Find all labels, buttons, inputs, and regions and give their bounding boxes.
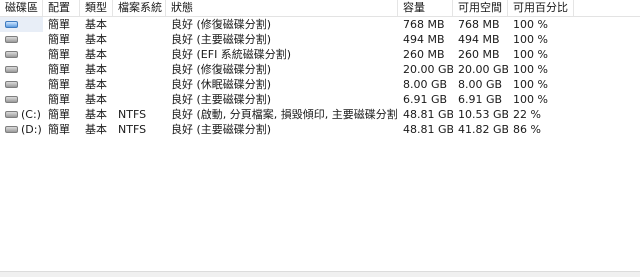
disk-icon (5, 111, 18, 118)
filesystem-cell (113, 47, 166, 62)
type-cell: 基本 (85, 63, 107, 76)
disk-icon (5, 126, 18, 133)
free-space-cell: 6.91 GB (458, 93, 503, 106)
percent-free-cell: 100 % (513, 48, 548, 61)
volume-list[interactable]: 磁碟區 配置 類型 檔案系統 狀態 容量 可用空間 可用百分比 簡單 基本 良好 (… (0, 0, 640, 137)
volume-cell (0, 17, 43, 32)
column-header-row: 磁碟區 配置 類型 檔案系統 狀態 容量 可用空間 可用百分比 (0, 0, 640, 17)
volume-cell: (D:) (0, 122, 43, 137)
capacity-cell: 494 MB (403, 33, 445, 46)
filesystem-cell: NTFS (118, 123, 147, 136)
type-cell: 基本 (85, 48, 107, 61)
volume-cell (0, 77, 43, 92)
volume-cell (0, 92, 43, 107)
layout-cell: 簡單 (48, 123, 70, 136)
disk-icon (5, 66, 18, 73)
free-space-cell: 768 MB (458, 18, 500, 31)
percent-free-cell: 100 % (513, 18, 548, 31)
filesystem-cell (113, 17, 166, 32)
capacity-cell: 6.91 GB (403, 93, 448, 106)
capacity-cell: 20.00 GB (403, 63, 453, 76)
type-cell: 基本 (85, 93, 107, 106)
free-space-cell: 260 MB (458, 48, 500, 61)
status-cell: 良好 (修復磁碟分割) (171, 18, 272, 31)
layout-cell: 簡單 (48, 63, 70, 76)
capacity-cell: 48.81 GB (403, 108, 453, 121)
filesystem-cell: NTFS (118, 108, 147, 121)
percent-free-cell: 100 % (513, 93, 548, 106)
column-header-capacity[interactable]: 容量 (398, 0, 453, 16)
status-cell: 良好 (主要磁碟分割) (171, 33, 272, 46)
column-header-type[interactable]: 類型 (80, 0, 113, 16)
system-disk-icon (5, 21, 18, 28)
table-row[interactable]: 簡單 基本 良好 (休眠磁碟分割) 8.00 GB 8.00 GB 100 % (0, 77, 640, 92)
volume-cell (0, 32, 43, 47)
capacity-cell: 48.81 GB (403, 123, 453, 136)
layout-cell: 簡單 (48, 93, 70, 106)
filesystem-cell (113, 62, 166, 77)
volume-label: (D:) (21, 123, 42, 136)
status-cell: 良好 (EFI 系統磁碟分割) (171, 48, 292, 61)
filesystem-cell (113, 77, 166, 92)
status-cell: 良好 (休眠磁碟分割) (171, 78, 272, 91)
filesystem-cell (113, 92, 166, 107)
column-header-free-space[interactable]: 可用空間 (453, 0, 508, 16)
type-cell: 基本 (85, 33, 107, 46)
type-cell: 基本 (85, 123, 107, 136)
table-row[interactable]: 簡單 基本 良好 (修復磁碟分割) 768 MB 768 MB 100 % (0, 17, 640, 32)
layout-cell: 簡單 (48, 78, 70, 91)
table-row[interactable]: (C:) 簡單 基本 NTFS 良好 (啟動, 分頁檔案, 損毀傾印, 主要磁碟分割) 4… (0, 107, 640, 122)
disk-icon (5, 96, 18, 103)
free-space-cell: 20.00 GB (458, 63, 508, 76)
status-cell: 良好 (修復磁碟分割) (171, 63, 272, 76)
table-row[interactable]: (D:) 簡單 基本 NTFS 良好 (主要磁碟分割) 48.81 GB 41.82 GB 8… (0, 122, 640, 137)
column-header-layout[interactable]: 配置 (43, 0, 80, 16)
volume-cell (0, 47, 43, 62)
table-row[interactable]: 簡單 基本 良好 (主要磁碟分割) 6.91 GB 6.91 GB 100 % (0, 92, 640, 107)
table-row[interactable]: 簡單 基本 良好 (修復磁碟分割) 20.00 GB 20.00 GB 100 % (0, 62, 640, 77)
disk-icon (5, 81, 18, 88)
disk-icon (5, 51, 18, 58)
volume-cell: (C:) (0, 107, 43, 122)
status-cell: 良好 (啟動, 分頁檔案, 損毀傾印, 主要磁碟分割) (171, 108, 398, 121)
capacity-cell: 8.00 GB (403, 78, 448, 91)
percent-free-cell: 100 % (513, 78, 548, 91)
free-space-cell: 10.53 GB (458, 108, 508, 121)
capacity-cell: 260 MB (403, 48, 445, 61)
layout-cell: 簡單 (48, 18, 70, 31)
filesystem-cell (113, 32, 166, 47)
percent-free-cell: 86 % (513, 123, 541, 136)
layout-cell: 簡單 (48, 48, 70, 61)
status-cell: 良好 (主要磁碟分割) (171, 93, 272, 106)
type-cell: 基本 (85, 18, 107, 31)
type-cell: 基本 (85, 78, 107, 91)
disk-icon (5, 36, 18, 43)
layout-cell: 簡單 (48, 108, 70, 121)
column-header-status[interactable]: 狀態 (166, 0, 398, 16)
column-header-filler (574, 0, 640, 16)
table-row[interactable]: 簡單 基本 良好 (主要磁碟分割) 494 MB 494 MB 100 % (0, 32, 640, 47)
volume-cell (0, 62, 43, 77)
column-header-volume[interactable]: 磁碟區 (0, 0, 43, 16)
status-strip (0, 271, 640, 277)
table-row[interactable]: 簡單 基本 良好 (EFI 系統磁碟分割) 260 MB 260 MB 100 % (0, 47, 640, 62)
capacity-cell: 768 MB (403, 18, 445, 31)
type-cell: 基本 (85, 108, 107, 121)
status-cell: 良好 (主要磁碟分割) (171, 123, 272, 136)
free-space-cell: 41.82 GB (458, 123, 508, 136)
free-space-cell: 494 MB (458, 33, 500, 46)
volume-label: (C:) (21, 108, 41, 121)
percent-free-cell: 100 % (513, 33, 548, 46)
percent-free-cell: 22 % (513, 108, 541, 121)
volume-rows: 簡單 基本 良好 (修復磁碟分割) 768 MB 768 MB 100 % 簡單 基本 良好 (… (0, 17, 640, 137)
layout-cell: 簡單 (48, 33, 70, 46)
column-header-filesystem[interactable]: 檔案系統 (113, 0, 166, 16)
percent-free-cell: 100 % (513, 63, 548, 76)
free-space-cell: 8.00 GB (458, 78, 503, 91)
column-header-percent-free[interactable]: 可用百分比 (508, 0, 574, 16)
